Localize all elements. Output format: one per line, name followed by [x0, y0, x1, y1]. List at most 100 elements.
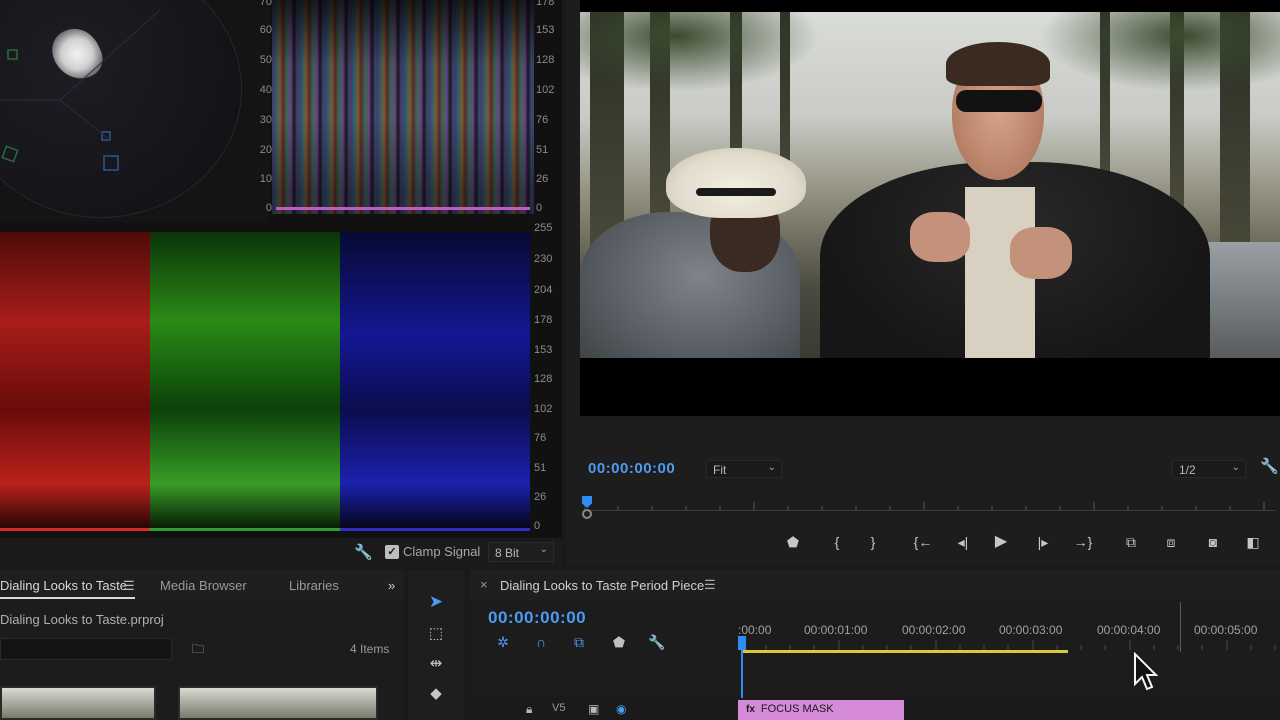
insert-icon[interactable]: ⧉	[1118, 530, 1144, 554]
vectorscope-targets	[0, 9, 161, 171]
mark-out-icon[interactable]: }	[860, 530, 886, 554]
snap-magnet-icon[interactable]: ∩	[530, 632, 552, 652]
panel-menu-icon[interactable]: ☰	[704, 577, 716, 593]
timeline-clip[interactable]: fx FOCUS MASK	[738, 700, 904, 720]
luma-tick: 40	[259, 84, 272, 96]
program-video-frame	[580, 0, 1280, 416]
tab-libraries[interactable]: Libraries	[289, 578, 339, 593]
luma-tick: 20	[259, 144, 272, 156]
parade-tick: 153	[534, 344, 553, 356]
parade-blue-baseline	[340, 528, 530, 531]
toggle-track-output-eye-icon[interactable]: ◉	[616, 702, 626, 716]
zoom-level-select[interactable]: Fit ⌄	[706, 460, 782, 478]
tab-sequence[interactable]: Dialing Looks to Taste Period Piece	[500, 578, 704, 593]
luma-tick: 51	[536, 144, 549, 156]
playback-resolution-value: 1/2	[1179, 463, 1196, 477]
track-label: V5	[552, 702, 566, 714]
program-timecode[interactable]: 00:00:00:00	[588, 460, 675, 477]
monitor-scrub-handle[interactable]	[582, 509, 592, 519]
chevron-down-icon: ⌄	[767, 462, 776, 473]
close-icon[interactable]: ×	[480, 577, 488, 592]
vectorscope	[0, 0, 270, 222]
monitor-settings-wrench-icon[interactable]: 🔧	[1260, 457, 1279, 475]
timeline-ruler[interactable]: :00:00 00:00:01:00 00:00:02:00 00:00:03:…	[738, 618, 1280, 652]
timeline-timecode[interactable]: 00:00:00:00	[488, 608, 586, 628]
chevron-down-icon: ⌄	[1231, 462, 1240, 473]
parade-green-channel	[150, 232, 340, 528]
sync-lock-icon[interactable]: ▣	[588, 702, 599, 716]
parade-red-channel	[0, 232, 150, 528]
play-icon[interactable]: ▶	[988, 530, 1014, 554]
project-search-input[interactable]	[0, 638, 172, 660]
project-tab-bar: Dialing Looks to Taste ☰ Media Browser L…	[0, 570, 404, 600]
bit-depth-select[interactable]: 8 Bit ⌄	[488, 542, 554, 562]
nest-sequence-icon[interactable]: ✲	[492, 632, 514, 652]
ruler-time-label: 00:00:02:00	[902, 623, 966, 637]
tab-project[interactable]: Dialing Looks to Taste	[0, 578, 127, 593]
lock-track-icon[interactable]: 🔒︎	[526, 702, 532, 717]
ruler-time-label: 00:00:05:00	[1194, 623, 1258, 637]
luma-tick: 153	[536, 24, 555, 36]
timeline-in-out-marker	[1180, 602, 1181, 652]
parade-tick: 51	[534, 462, 547, 474]
go-to-out-icon[interactable]: →}	[1070, 530, 1096, 554]
ripple-edit-tool-icon[interactable]: ⇹	[422, 652, 450, 676]
fx-badge-icon: fx	[746, 704, 755, 715]
timeline-panel: × Dialing Looks to Taste Period Piece ☰ …	[470, 570, 1280, 720]
ruler-time-label: :00:00	[738, 623, 772, 637]
project-item-thumbnail[interactable]	[178, 686, 378, 720]
parade-tick: 178	[534, 314, 553, 326]
luma-waveform-baseline	[276, 207, 530, 210]
panel-overflow-icon[interactable]: »	[388, 578, 395, 593]
parade-green-baseline	[150, 528, 340, 531]
chevron-down-icon: ⌄	[539, 544, 548, 555]
zoom-level-value: Fit	[713, 463, 727, 477]
transport-controls: ⬟ { } {← ◂| ▶ |▸ →} ⧉ ⧈ ◙ ◧	[580, 530, 1280, 554]
playback-resolution-select[interactable]: 1/2 ⌄	[1172, 460, 1246, 478]
comparison-view-icon[interactable]: ◧	[1240, 530, 1266, 554]
export-frame-camera-icon[interactable]: ◙	[1200, 530, 1226, 554]
overwrite-icon[interactable]: ⧈	[1158, 530, 1184, 554]
timeline-settings-wrench-icon[interactable]: 🔧	[646, 632, 668, 652]
clip-label: FOCUS MASK	[760, 703, 834, 715]
linked-selection-icon[interactable]: ⧉	[568, 632, 590, 652]
luma-tick: 70	[259, 0, 272, 8]
parade-tick: 102	[534, 403, 553, 415]
timeline-ruler-ticks	[741, 640, 1276, 650]
new-bin-icon[interactable]: 🗀	[192, 640, 204, 661]
project-file-name: Dialing Looks to Taste.prproj	[0, 612, 164, 627]
luma-scale-right: 178 153 128 102 76 51 26 0	[532, 0, 562, 214]
program-monitor: 00:00:00:00 Fit ⌄ 1/2 ⌄ 🔧 ⬟ { } {← ◂| ▶ …	[566, 0, 1280, 566]
parade-tick: 26	[534, 491, 547, 503]
parade-tick: 230	[534, 253, 553, 265]
project-item-thumbnail[interactable]	[0, 686, 156, 720]
step-back-icon[interactable]: ◂|	[950, 530, 976, 554]
luma-tick: 50	[259, 54, 272, 66]
track-select-tool-icon[interactable]: ⬚	[422, 622, 450, 646]
razor-tool-icon[interactable]: ◆	[422, 682, 450, 706]
tab-media-browser[interactable]: Media Browser	[160, 578, 247, 593]
mark-in-icon[interactable]: {	[824, 530, 850, 554]
step-forward-icon[interactable]: |▸	[1030, 530, 1056, 554]
ruler-time-label: 00:00:03:00	[999, 623, 1063, 637]
add-marker-icon[interactable]: ⬟	[608, 632, 630, 652]
active-tab-indicator	[0, 597, 135, 599]
go-to-in-icon[interactable]: {←	[910, 530, 936, 554]
lumetri-scopes-panel: 70 60 50 40 30 20 10 0 178 153 128 102 7…	[0, 0, 562, 566]
scopes-settings-wrench-icon[interactable]: 🔧	[354, 543, 373, 561]
panel-menu-icon[interactable]: ☰	[123, 578, 135, 594]
selection-tool-icon[interactable]: ➤	[422, 590, 450, 614]
parade-tick: 204	[534, 284, 553, 296]
project-panel: Dialing Looks to Taste ☰ Media Browser L…	[0, 570, 404, 720]
luma-tick: 128	[536, 54, 555, 66]
luma-tick: 60	[259, 24, 272, 36]
monitor-time-ruler[interactable]	[580, 496, 1280, 519]
work-area-bar[interactable]	[742, 650, 1068, 653]
rgb-parade	[0, 232, 532, 532]
luma-waveform	[272, 0, 534, 214]
clamp-signal-checkbox[interactable]: ✓	[385, 545, 399, 559]
parade-blue-channel	[340, 232, 530, 528]
add-marker-icon[interactable]: ⬟	[780, 530, 806, 554]
luma-tick: 10	[259, 173, 272, 185]
luma-tick: 26	[536, 173, 549, 185]
